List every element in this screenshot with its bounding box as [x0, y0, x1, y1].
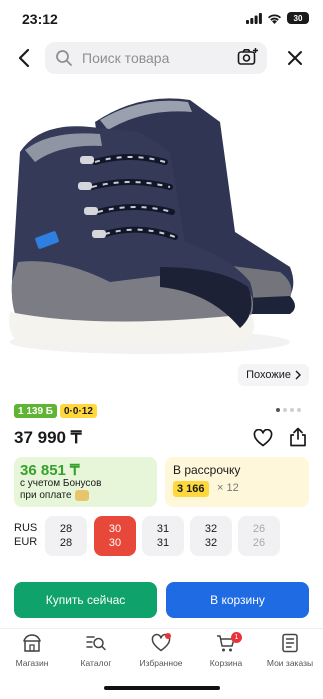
tab-catalog[interactable]: Каталог [66, 633, 126, 668]
product-image[interactable] [0, 82, 323, 392]
battery-icon: 30 [287, 12, 309, 24]
size-rus: 31 [156, 523, 170, 535]
heart-icon [253, 428, 273, 447]
size-rus: 26 [252, 523, 266, 535]
search-placeholder: Поиск товара [82, 50, 170, 66]
size-eur: 26 [252, 537, 266, 549]
tab-label: Избранное [139, 658, 183, 668]
bonus-price-card[interactable]: 36 851 ₸ с учетом Бонусов при оплате [14, 457, 157, 507]
size-option-28[interactable]: 28 28 [45, 516, 87, 556]
close-icon [288, 51, 302, 65]
product-price: 37 990 ₸ [14, 428, 82, 447]
chevron-left-icon [18, 48, 30, 68]
tab-orders[interactable]: Мои заказы [260, 633, 320, 668]
back-button[interactable] [10, 44, 38, 72]
installment-times: × 12 [217, 482, 239, 494]
chevron-right-icon [295, 370, 301, 380]
size-option-31[interactable]: 31 31 [142, 516, 184, 556]
pagination-dot [276, 408, 280, 412]
bonus-badge: 1 139 Б [14, 404, 57, 418]
size-system-labels: RUS EUR [14, 521, 37, 549]
favorite-button[interactable] [253, 428, 273, 452]
share-icon [290, 427, 306, 447]
pagination-dot [297, 408, 301, 412]
installment-badge: 0·0·12 [60, 404, 97, 418]
favorites-indicator [165, 633, 171, 639]
size-option-30[interactable]: 30 30 [94, 516, 136, 556]
bonus-price: 36 851 ₸ [20, 462, 80, 479]
bonus-description: с учетом Бонусов при оплате [20, 478, 101, 502]
price-badges: 1 139 Б 0·0·12 [14, 404, 97, 418]
size-rus: 28 [59, 523, 73, 535]
similar-products-button[interactable]: Похожие [238, 364, 309, 386]
size-option-32[interactable]: 32 32 [190, 516, 232, 556]
shop-icon [23, 634, 41, 652]
bonus-line-2: при оплате [20, 490, 72, 502]
orders-icon [282, 633, 298, 653]
similar-label: Похожие [246, 369, 291, 381]
size-label-rus: RUS [14, 522, 38, 534]
installment-card[interactable]: В рассрочку 3 166 × 12 [165, 457, 309, 507]
tab-label: Корзина [209, 658, 243, 668]
bonus-line-1: с учетом Бонусов [20, 478, 102, 489]
search-icon [56, 50, 72, 66]
size-option-26[interactable]: 26 26 [238, 516, 280, 556]
size-rus: 30 [108, 523, 122, 535]
add-to-cart-button[interactable]: В корзину [166, 582, 309, 618]
pagination-dot [283, 408, 287, 412]
image-pagination [276, 408, 301, 412]
size-label-eur: EUR [14, 536, 38, 548]
cart-count-badge: 1 [231, 632, 242, 643]
wifi-icon [268, 13, 281, 24]
tab-shop[interactable]: Магазин [2, 633, 62, 668]
catalog-search-icon [86, 636, 106, 651]
tab-icon-wrap: 1 [196, 632, 256, 655]
battery-level: 30 [293, 13, 303, 23]
size-eur: 28 [59, 537, 73, 549]
bonus-coin-icon [74, 490, 89, 501]
tab-cart[interactable]: 1 Корзина [196, 632, 256, 668]
status-time: 23:12 [22, 11, 58, 27]
status-bar: 23:12 30 [0, 0, 323, 38]
size-eur: 32 [204, 537, 218, 549]
signal-icon [246, 12, 262, 24]
tab-icon-wrap [66, 633, 126, 655]
top-bar: Поиск товара [0, 40, 323, 76]
size-eur: 30 [108, 537, 122, 549]
installment-amount: 3 166 [173, 481, 209, 497]
status-icons: 30 [246, 12, 309, 24]
search-input[interactable]: Поиск товара [45, 42, 267, 74]
tab-icon-wrap [131, 633, 191, 655]
tab-favorites[interactable]: Избранное [131, 633, 191, 668]
installment-title: В рассрочку [173, 463, 241, 477]
buy-now-button[interactable]: Купить сейчас [14, 582, 157, 618]
camera-search-icon[interactable] [237, 47, 259, 67]
size-eur: 31 [156, 537, 170, 549]
home-indicator [104, 686, 220, 690]
tab-label: Магазин [15, 658, 49, 668]
pagination-dot [290, 408, 294, 412]
tab-icon-wrap [260, 633, 320, 655]
size-rus: 32 [204, 523, 218, 535]
close-button[interactable] [281, 44, 309, 72]
share-button[interactable] [288, 427, 308, 452]
tab-label: Мои заказы [266, 658, 314, 668]
tab-icon-wrap [2, 633, 62, 655]
tab-label: Каталог [80, 658, 112, 668]
